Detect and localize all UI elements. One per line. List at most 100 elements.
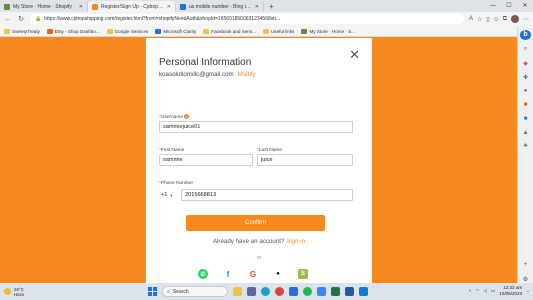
bookmark-google-services[interactable]: Google Services bbox=[106, 28, 148, 34]
split-screen-icon[interactable]: ▯ bbox=[486, 16, 489, 23]
windows-start-icon[interactable] bbox=[148, 287, 157, 296]
window-controls: — ☐ ✕ bbox=[485, 0, 533, 12]
weather-widget[interactable]: 26°C Haze bbox=[0, 287, 60, 297]
folder-icon bbox=[262, 28, 269, 34]
maximize-icon[interactable]: ☐ bbox=[501, 0, 517, 12]
tab-title: My Store · Home · Shopify bbox=[13, 3, 72, 10]
battery-icon[interactable]: ▭ bbox=[491, 288, 495, 294]
etsy-icon bbox=[46, 28, 53, 34]
refresh-icon[interactable]: ↻ bbox=[17, 15, 25, 23]
edge-icon[interactable] bbox=[261, 287, 270, 296]
browser-tab-bar: My Store · Home · Shopify ✕ Register/Sig… bbox=[0, 0, 533, 12]
shopify-favicon-icon bbox=[4, 3, 10, 10]
facebook-icon[interactable]: f bbox=[223, 269, 233, 279]
clock[interactable]: 12:33 am 10/05/2023 bbox=[499, 285, 522, 297]
store-icon[interactable] bbox=[289, 287, 298, 296]
signin-prompt: Already have an account? bbox=[212, 238, 285, 245]
close-tab-icon[interactable]: ✕ bbox=[167, 4, 171, 10]
modify-email-link[interactable]: Modify bbox=[237, 71, 255, 78]
bookmark-sweetytreaty[interactable]: SweetyTreaty bbox=[4, 28, 40, 34]
confirm-button[interactable]: Confirm bbox=[186, 215, 325, 231]
shopify-icon bbox=[301, 28, 308, 34]
shopping-tag-icon[interactable]: ◆ bbox=[521, 59, 530, 67]
info-icon[interactable]: ! bbox=[184, 114, 190, 119]
favorite-star-icon[interactable]: ☆ bbox=[477, 16, 482, 23]
folder-icon bbox=[203, 28, 210, 34]
teams-icon[interactable] bbox=[247, 287, 256, 296]
more-options-icon[interactable]: ⋯ bbox=[523, 16, 529, 23]
tools-icon[interactable]: ✚ bbox=[521, 73, 530, 81]
close-window-icon[interactable]: ✕ bbox=[517, 0, 533, 12]
settings-gear-icon[interactable]: ⚙ bbox=[521, 275, 530, 283]
excel-icon[interactable] bbox=[331, 287, 340, 296]
folder-icon bbox=[4, 28, 10, 34]
bing-chat-icon[interactable]: b bbox=[520, 30, 531, 40]
system-tray: ^ ◠ ◁ ▭ 12:33 am 10/05/2023 ◔ bbox=[469, 285, 529, 297]
office-icon[interactable]: ■ bbox=[521, 101, 530, 109]
add-icon[interactable]: + bbox=[521, 261, 530, 269]
photos-icon[interactable] bbox=[359, 287, 368, 296]
taskbar-search-input[interactable]: ⌕ Search bbox=[162, 286, 228, 297]
signin-row: Already have an account? Sign in bbox=[146, 238, 372, 245]
edge-sidebar: b ⌕ ◆ ✚ ● ■ ■ ▲ ♣ + ⚙ bbox=[517, 26, 533, 283]
social-login-row: ✆ f G ● S bbox=[198, 269, 308, 279]
cj-favicon-icon bbox=[92, 3, 98, 10]
tab-title: Register/Sign Up - Cjdropshipping bbox=[101, 3, 164, 10]
bing-favicon-icon bbox=[180, 3, 186, 10]
username-input[interactable]: sammiejuice01 bbox=[159, 121, 353, 133]
chevron-up-icon[interactable]: ^ bbox=[469, 289, 471, 294]
bookmark-microsoft-clarity[interactable]: Microsoft Clarity bbox=[155, 28, 196, 34]
search-icon[interactable]: ⌕ bbox=[521, 46, 530, 54]
tab-bing-images[interactable]: us mobile number - Bing images ✕ bbox=[176, 1, 264, 12]
tab-cjdropshipping-register[interactable]: Register/Sign Up - Cjdropshipping ✕ bbox=[88, 1, 176, 12]
last-name-input[interactable]: juice bbox=[257, 154, 353, 166]
bookmark-facebook-services[interactable]: Facebook and Servi... bbox=[203, 28, 256, 34]
games-icon[interactable]: ● bbox=[521, 87, 530, 95]
weather-sun-icon bbox=[4, 288, 11, 295]
country-code-select[interactable]: +1 ▼ bbox=[161, 189, 173, 201]
outlook-icon[interactable]: ■ bbox=[521, 115, 530, 123]
windows-taskbar: 26°C Haze ⌕ Search ^ ◠ ◁ ▭ 12:33 am 10/0… bbox=[0, 283, 533, 300]
first-name-label: *First Name bbox=[159, 148, 185, 153]
tab-shopify-store[interactable]: My Store · Home · Shopify ✕ bbox=[0, 1, 88, 12]
favorites-icon[interactable]: ✩ bbox=[494, 16, 499, 23]
tab-title: us mobile number - Bing images bbox=[189, 3, 252, 10]
toolbar-icons: A ☆ ▯ ✩ ⧉ ⋯ bbox=[469, 15, 529, 23]
notification-icon[interactable]: ◔ bbox=[526, 289, 529, 294]
whatsapp-icon[interactable]: ✆ bbox=[198, 269, 208, 279]
collections-icon[interactable]: ⧉ bbox=[503, 16, 507, 23]
minimize-icon[interactable]: — bbox=[485, 0, 501, 12]
folder-icon bbox=[106, 28, 113, 34]
google-icon[interactable]: G bbox=[248, 269, 258, 279]
spotify-icon[interactable] bbox=[303, 287, 312, 296]
ms-store-icon[interactable] bbox=[317, 287, 326, 296]
last-name-label: *Last Name bbox=[257, 148, 283, 153]
drop-icon[interactable]: ▲ bbox=[521, 129, 530, 137]
read-aloud-icon[interactable]: A bbox=[469, 16, 473, 22]
tree-icon[interactable]: ♣ bbox=[521, 142, 530, 150]
url-text: https://www.cjdropshipping.com/register.… bbox=[44, 16, 281, 22]
back-icon[interactable]: ← bbox=[4, 16, 12, 23]
signin-link[interactable]: Sign in bbox=[286, 238, 305, 245]
close-modal-icon[interactable]: ✕ bbox=[349, 48, 360, 61]
apple-icon[interactable]: ● bbox=[273, 269, 283, 279]
close-tab-icon[interactable]: ✕ bbox=[79, 4, 83, 10]
chrome-icon[interactable] bbox=[275, 287, 284, 296]
wifi-icon[interactable]: ◠ bbox=[475, 288, 479, 294]
url-field[interactable]: 🔒 https://www.cjdropshipping.com/registe… bbox=[30, 14, 464, 24]
shopify-icon[interactable]: S bbox=[298, 269, 308, 279]
bookmark-useful-links[interactable]: Useful links bbox=[262, 28, 294, 34]
search-icon: ⌕ bbox=[167, 288, 170, 295]
word-icon[interactable] bbox=[345, 287, 354, 296]
phone-number-input[interactable]: 2015668813 bbox=[181, 189, 353, 201]
chevron-down-icon: ▼ bbox=[169, 192, 174, 198]
first-name-input[interactable]: sammie bbox=[159, 154, 253, 166]
weather-desc: Haze bbox=[14, 291, 25, 297]
file-explorer-icon[interactable] bbox=[233, 287, 242, 296]
new-tab-button[interactable]: + bbox=[264, 1, 279, 12]
profile-avatar[interactable] bbox=[511, 15, 519, 23]
close-tab-icon[interactable]: ✕ bbox=[255, 4, 259, 10]
bookmark-etsy[interactable]: Etsy - Shop Dashbo... bbox=[46, 28, 100, 34]
volume-icon[interactable]: ◁ bbox=[483, 288, 487, 294]
bookmark-my-store[interactable]: My Store · Home · S... bbox=[301, 28, 355, 34]
